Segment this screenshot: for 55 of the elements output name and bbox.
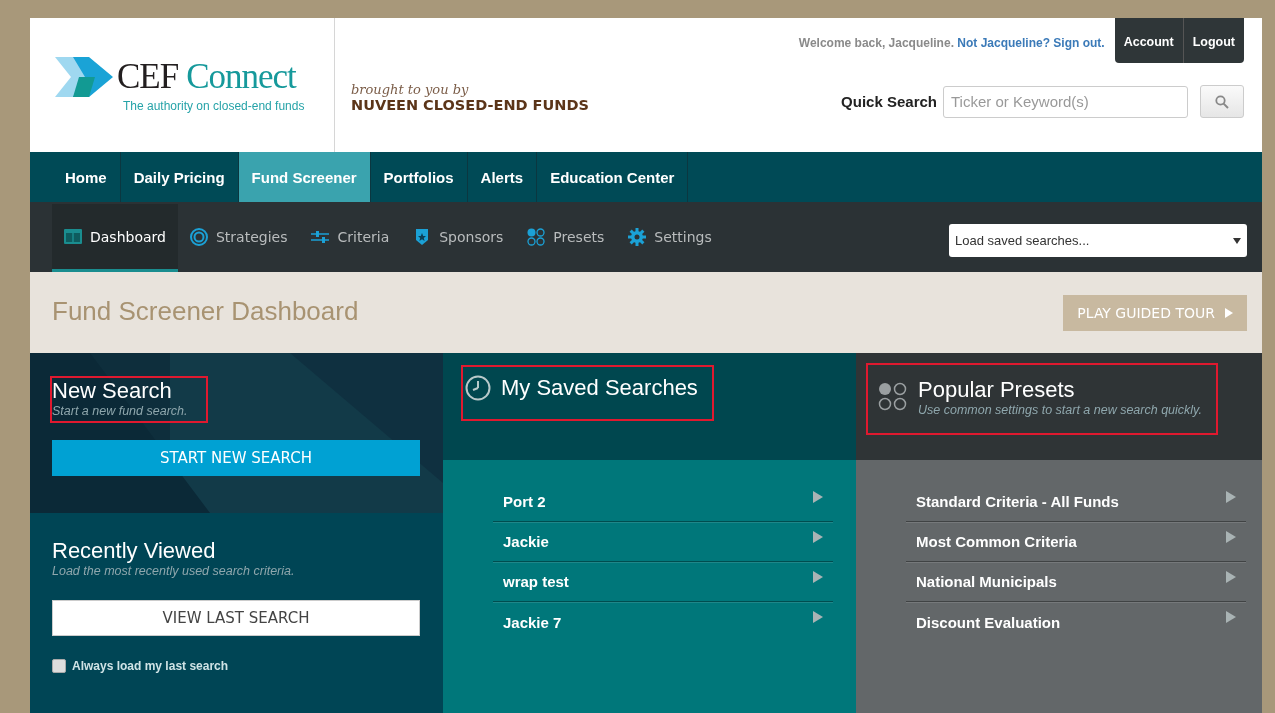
list-item[interactable]: Port 2 [493,482,833,522]
settings-icon [628,227,647,246]
arrow-icon [1226,611,1236,623]
panel-subtitle: Start a new fund search. [52,404,188,418]
list-item[interactable]: Most Common Criteria [906,522,1246,562]
arrow-icon [813,570,823,583]
checkbox[interactable] [52,659,66,673]
quick-search-label: Quick Search [841,93,937,110]
subnav-tab[interactable]: Sponsors [401,204,516,272]
panel-title: New Search [52,378,173,404]
panel-title: Recently Viewed [52,538,217,564]
list-item[interactable]: Jackie [493,522,833,562]
arrow-icon [1226,490,1236,503]
panel-title: My Saved Searches [501,375,698,401]
account-button[interactable]: Account [1114,18,1183,63]
account-button[interactable]: Logout [1182,18,1244,63]
search-button[interactable] [1200,85,1244,118]
list-item[interactable]: Jackie 7 [493,602,833,642]
arrow-icon [1226,570,1236,583]
arrow-icon [813,530,823,543]
arrow-icon [1226,530,1236,543]
target-icon [189,227,208,246]
circles-icon [527,227,546,246]
saved-searches-dropdown[interactable]: Load saved searches... [949,224,1247,257]
logo-wordmark[interactable]: CEF Connect [117,57,296,97]
panel-title: Popular Presets [918,377,1076,403]
search-icon [1215,94,1229,109]
subnav-tab[interactable]: Strategies [177,204,300,272]
subnav-tab[interactable]: Criteria [299,204,402,272]
chevron-logo-icon [55,57,113,97]
search-field[interactable]: Ticker or Keyword(s) [943,85,1188,118]
panel-subtitle: Load the most recently used search criteria. [52,564,295,578]
subnav-tab[interactable]: Settings [616,204,724,272]
arrow-icon [813,490,823,503]
caret-icon [1233,237,1241,244]
view-last-search-button[interactable]: VIEW LAST SEARCH [52,600,420,636]
list-item[interactable]: National Municipals [906,562,1246,602]
subnav-tab[interactable]: Presets [515,204,617,272]
clock-icon [465,375,491,401]
welcome-text: Welcome back, Jacqueline. [798,36,954,50]
list-item[interactable]: wrap test [493,562,833,602]
subnav-tab[interactable]: Dashboard [52,204,178,272]
arrow-icon [813,611,823,623]
list-item[interactable]: Standard Criteria - All Funds [906,482,1246,522]
sponsor-intro: brought to you by [351,82,470,97]
page-title: Fund Screener Dashboard [52,296,359,327]
dashboard-icon [64,227,82,246]
panel-subtitle: Use common settings to start a new search quickly. [918,403,1202,417]
sponsor-name: NUVEEN CLOSED-END FUNDS [351,97,590,113]
circles-icon [878,382,908,412]
logo-tagline: The authority on closed-end funds [123,99,306,113]
sign-out-link[interactable]: Not Jacqueline? Sign out. [957,36,1105,50]
checkbox-label: Always load my last search [72,659,229,673]
list-item[interactable]: Discount Evaluation [906,602,1246,642]
play-icon [1225,307,1233,318]
